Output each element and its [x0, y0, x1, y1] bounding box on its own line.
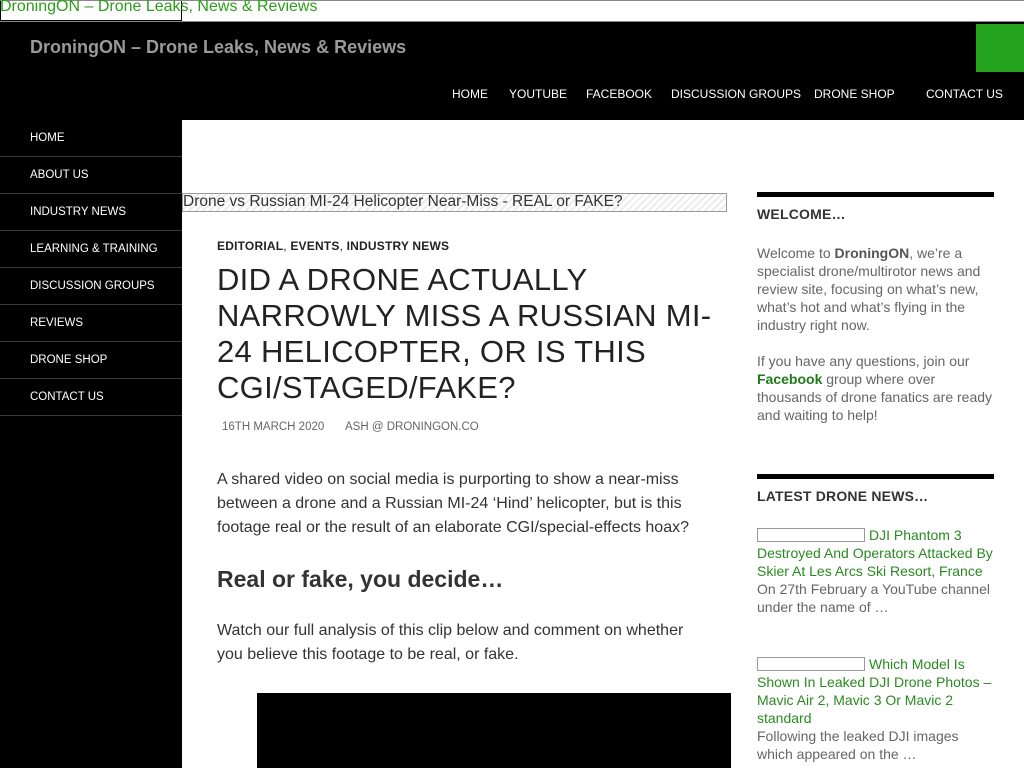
post-subheading: Real or fake, you decide…: [217, 566, 504, 592]
welcome-widget-title: WELCOME…: [757, 206, 846, 222]
post-date[interactable]: 16TH MARCH 2020: [222, 421, 324, 433]
menu-toggle-button[interactable]: [976, 24, 1024, 72]
site-header: DroningON – Drone Leaks, News & Reviews …: [0, 22, 1024, 120]
site-title[interactable]: DroningON – Drone Leaks, News & Reviews: [30, 37, 406, 58]
post-body: Watch our full analysis of this clip bel…: [217, 622, 684, 663]
news-excerpt: Following the leaked DJI images which ap…: [757, 728, 959, 762]
post-author[interactable]: ASH @ DRONINGON.CO: [345, 421, 479, 433]
news-item: Which Model Is Shown In Leaked DJI Drone…: [757, 655, 994, 763]
category-link[interactable]: INDUSTRY NEWS: [347, 239, 450, 253]
topnav-facebook[interactable]: FACEBOOK: [586, 87, 652, 101]
category-link[interactable]: EDITORIAL: [217, 239, 283, 253]
latest-news-widget-title: LATEST DRONE NEWS…: [757, 488, 929, 504]
sidenav-home[interactable]: HOME: [0, 120, 182, 157]
welcome-text: Welcome to DroningON, we’re a specialist…: [757, 245, 981, 333]
skip-bar: DroningON – Drone Leaks, News & Reviews: [0, 0, 1024, 22]
sidenav-reviews[interactable]: REVIEWS: [0, 305, 182, 342]
welcome-help-text: If you have any questions, join our Face…: [757, 353, 993, 423]
post-categories: EDITORIAL, EVENTS, INDUSTRY NEWS: [217, 239, 450, 253]
video-embed[interactable]: [257, 693, 731, 768]
sidenav-contact-us[interactable]: CONTACT US: [0, 379, 182, 416]
topnav-discussion-groups[interactable]: DISCUSSION GROUPS: [671, 87, 801, 101]
sidenav-drone-shop[interactable]: DRONE SHOP: [0, 342, 182, 379]
sidenav-about-us[interactable]: ABOUT US: [0, 157, 182, 194]
topnav-drone-shop[interactable]: DRONE SHOP: [814, 87, 895, 101]
widget-divider: [757, 474, 994, 479]
facebook-link[interactable]: Facebook: [757, 371, 822, 387]
brand-name: DroningON: [834, 245, 910, 261]
sidenav-industry-news[interactable]: INDUSTRY NEWS: [0, 194, 182, 231]
post-intro: A shared video on social media is purpor…: [217, 471, 689, 536]
news-item: DJI Phantom 3 Destroyed And Operators At…: [757, 526, 994, 616]
skip-link[interactable]: DroningON – Drone Leaks, News & Reviews: [0, 0, 317, 16]
featured-image-banner: Drone vs Russian MI-24 Helicopter Near-M…: [182, 193, 727, 212]
widget-divider: [757, 192, 994, 197]
side-navigation: HOME ABOUT US INDUSTRY NEWS LEARNING & T…: [0, 120, 182, 768]
sidenav-learning-training[interactable]: LEARNING & TRAINING: [0, 231, 182, 268]
topnav-home[interactable]: HOME: [452, 87, 488, 101]
topnav-contact-us[interactable]: CONTACT US: [926, 87, 1003, 101]
news-thumbnail[interactable]: [757, 657, 865, 671]
topnav-youtube[interactable]: YOUTUBE: [509, 87, 567, 101]
banner-title: Drone vs Russian MI-24 Helicopter Near-M…: [183, 193, 623, 210]
news-thumbnail[interactable]: [757, 528, 865, 542]
news-excerpt: On 27th February a YouTube channel under…: [757, 581, 990, 615]
sidenav-discussion-groups[interactable]: DISCUSSION GROUPS: [0, 268, 182, 305]
category-link[interactable]: EVENTS: [290, 239, 339, 253]
post-title: DID A DRONE ACTUALLY NARROWLY MISS A RUS…: [217, 262, 712, 405]
